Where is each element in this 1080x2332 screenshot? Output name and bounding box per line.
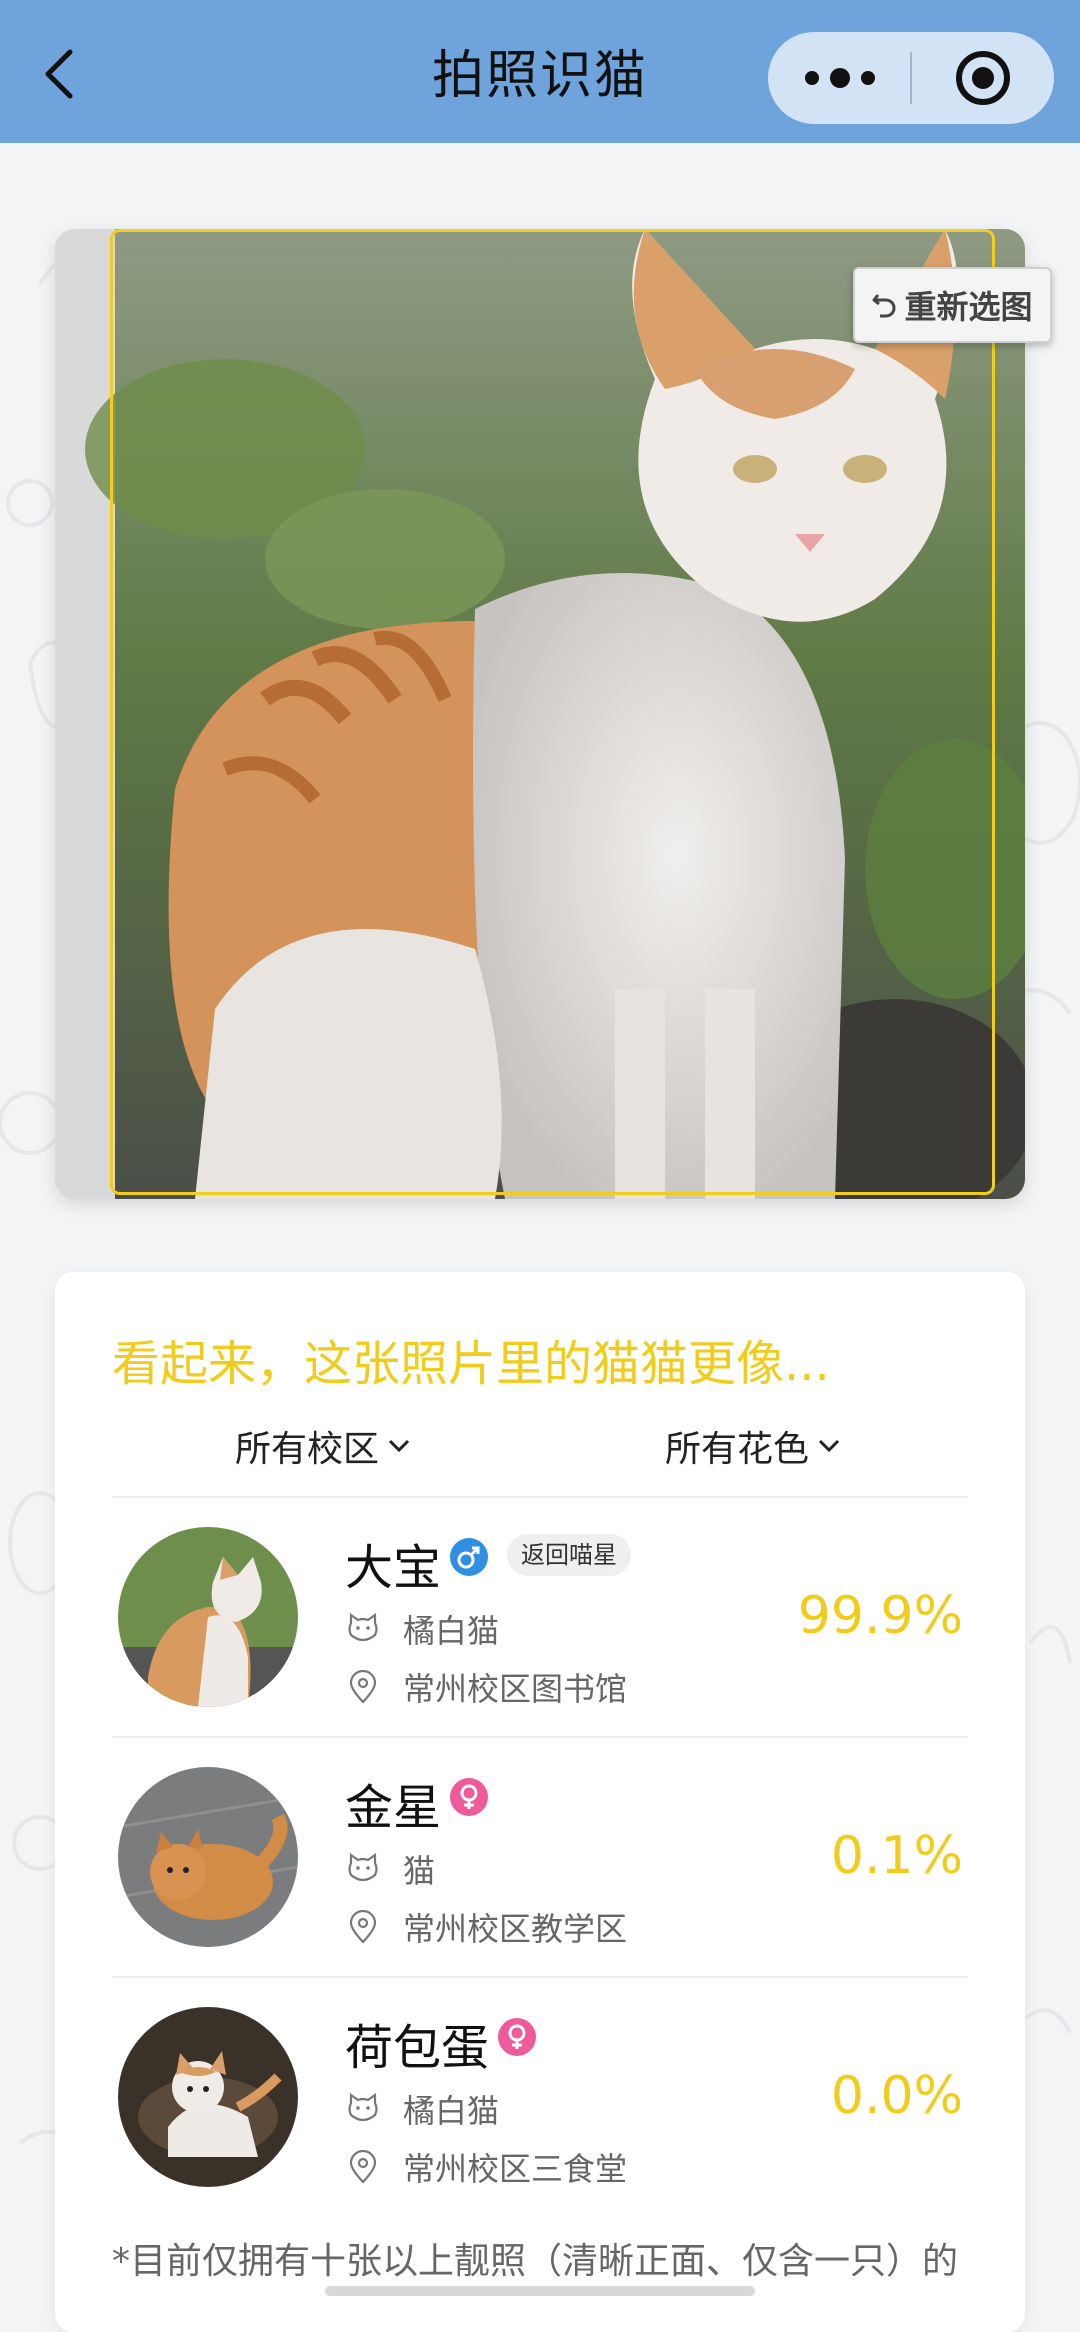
avatar	[118, 1767, 298, 1947]
mini-program-capsule	[768, 32, 1054, 124]
result-heading: 看起来，这张照片里的猫猫更像...	[112, 1336, 830, 1392]
match-score: 99.9%	[797, 1586, 963, 1646]
cat-location: 常州校区教学区	[345, 1904, 627, 1950]
cat-match-row[interactable]: 荷包蛋 橘白猫 常州校区三食堂 0.0%	[55, 1978, 1025, 2216]
male-icon	[450, 1538, 488, 1576]
female-icon	[450, 1778, 488, 1816]
status-badge: 返回喵星	[507, 1534, 631, 1576]
match-score: 0.0%	[830, 2066, 963, 2126]
reselect-label: 重新选图	[904, 288, 1033, 326]
avatar	[118, 2007, 298, 2187]
cat-name: 大宝	[345, 1540, 442, 1596]
location-pin-icon	[349, 1909, 377, 1944]
chevron-down-icon	[388, 1439, 410, 1453]
cat-breed: 橘白猫	[345, 1606, 499, 1652]
cat-face-icon	[348, 1612, 378, 1642]
female-icon	[498, 2018, 536, 2056]
cat-breed: 猫	[345, 1846, 435, 1892]
cat-match-row[interactable]: 大宝 返回喵星 橘白猫 常州校区图书馆 99.9%	[55, 1498, 1025, 1736]
color-filter-dropdown[interactable]: 所有花色	[665, 1420, 841, 1472]
cat-breed-text: 橘白猫	[403, 2092, 500, 2130]
cat-name: 金星	[345, 1780, 442, 1836]
cat-name: 荷包蛋	[345, 2020, 490, 2076]
reselect-photo-button[interactable]: 重新选图	[853, 267, 1052, 343]
match-score: 0.1%	[830, 1826, 963, 1886]
cat-location: 常州校区三食堂	[345, 2144, 627, 2190]
top-navbar: 拍照识猫	[0, 0, 1080, 143]
cat-breed: 橘白猫	[345, 2086, 499, 2132]
home-indicator	[325, 2286, 755, 2296]
cat-location-text: 常州校区图书馆	[403, 1670, 628, 1708]
cat-face-icon	[348, 2092, 378, 2122]
cat-location-text: 常州校区教学区	[403, 1910, 628, 1948]
cat-breed-text: 猫	[403, 1852, 436, 1890]
cat-breed-text: 橘白猫	[403, 1612, 500, 1650]
cat-location-text: 常州校区三食堂	[403, 2150, 628, 2188]
close-target-icon[interactable]	[912, 32, 1054, 124]
cat-location: 常州校区图书馆	[345, 1664, 627, 1710]
cat-face-icon	[348, 1852, 378, 1882]
crop-box[interactable]	[110, 229, 995, 1195]
footnote: *目前仅拥有十张以上靓照（清晰正面、仅含一只）的	[112, 2241, 959, 2282]
avatar	[118, 1527, 298, 1707]
campus-filter-label: 所有校区	[235, 1429, 380, 1470]
result-card: 看起来，这张照片里的猫猫更像... 所有校区 所有花色 大宝 返回喵星 橘白猫 …	[55, 1272, 1025, 2332]
chevron-down-icon	[818, 1439, 840, 1453]
location-pin-icon	[349, 2149, 377, 2184]
location-pin-icon	[349, 1669, 377, 1704]
undo-icon	[872, 294, 896, 318]
campus-filter-dropdown[interactable]: 所有校区	[235, 1420, 411, 1472]
more-dots-icon[interactable]	[768, 32, 910, 124]
cat-match-row[interactable]: 金星 猫 常州校区教学区 0.1%	[55, 1738, 1025, 1976]
color-filter-label: 所有花色	[665, 1429, 810, 1470]
